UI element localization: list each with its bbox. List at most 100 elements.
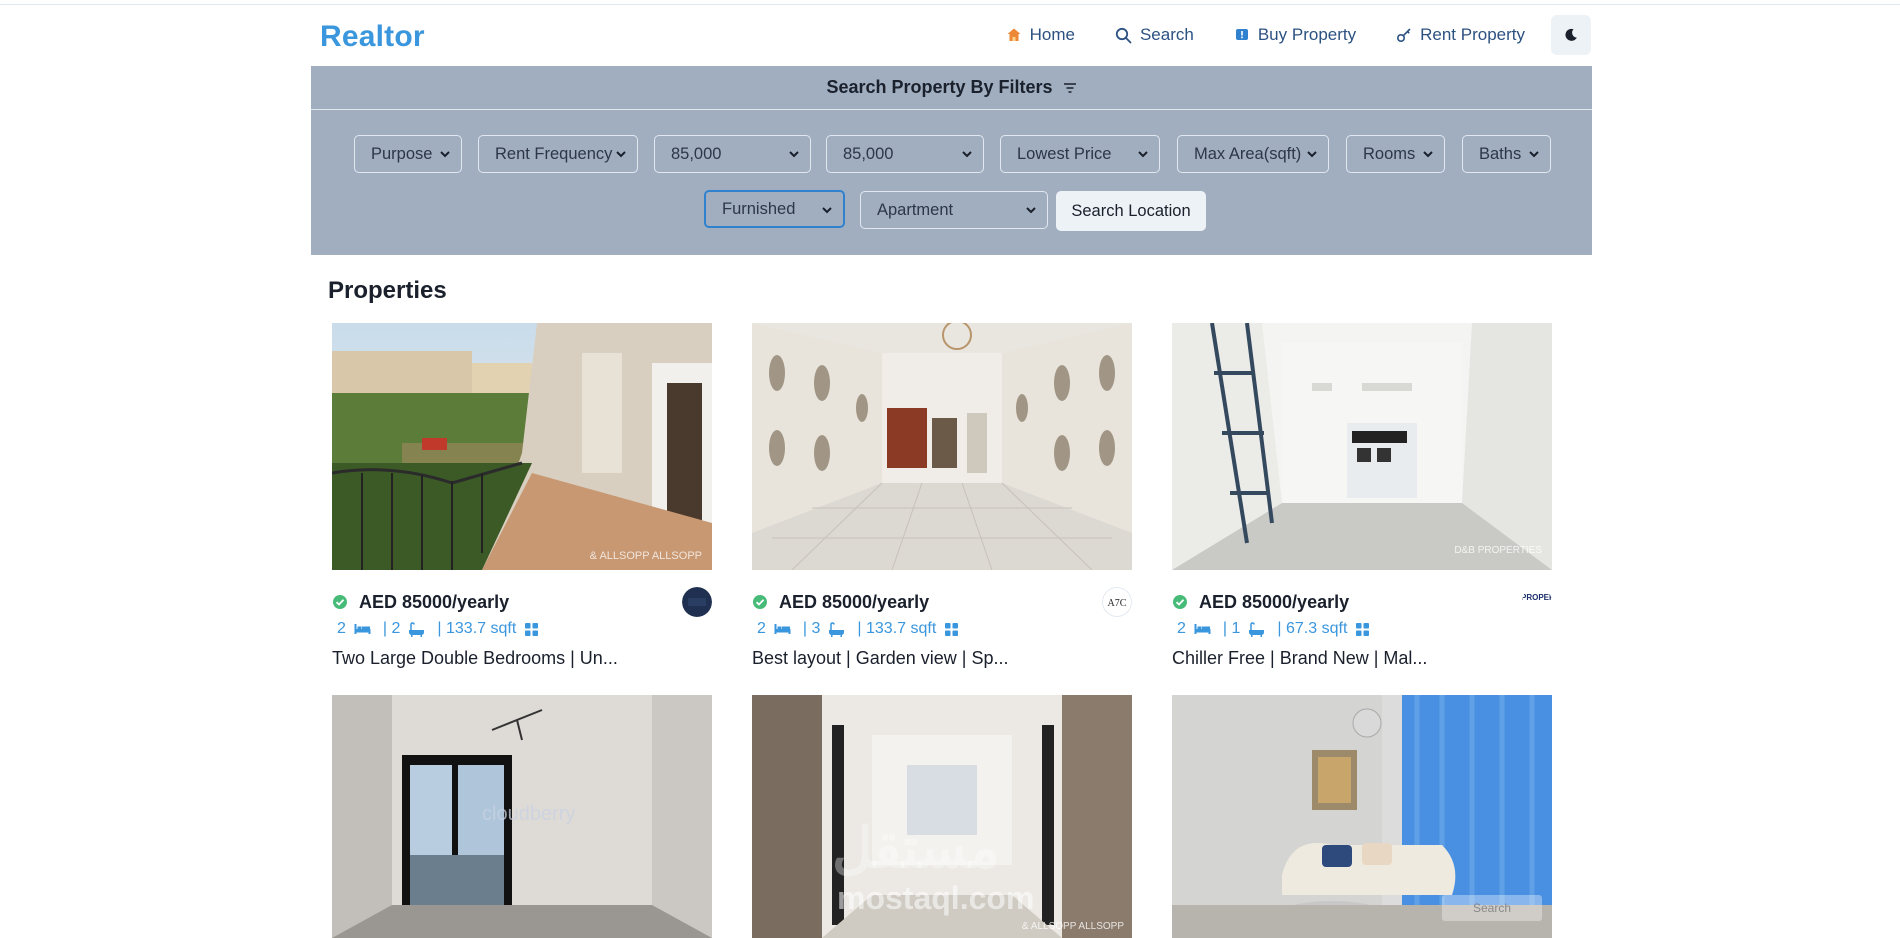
nav-buy-property[interactable]: Buy Property (1234, 25, 1356, 45)
furnish-select[interactable]: Furnished (704, 190, 845, 228)
baths-count: | 3 (802, 620, 821, 637)
property-image[interactable]: Search (1172, 695, 1552, 938)
image-watermark: & ALLSOPP ALLSOPP (1021, 921, 1124, 932)
brand-logo[interactable]: Realtor (320, 20, 425, 54)
agency-logo (682, 587, 712, 617)
area-grid-icon (525, 622, 539, 636)
mostaql-watermark: mostaql.com (837, 880, 1035, 916)
search-location-button[interactable]: Search Location (1056, 191, 1206, 231)
property-title[interactable]: Best layout | Garden view | Sp... (752, 648, 1008, 669)
nav-home-label: Home (1029, 25, 1075, 44)
verified-icon (1173, 595, 1187, 609)
chevron-down-icon (616, 151, 626, 158)
bed-icon (774, 624, 791, 634)
chevron-down-icon (1138, 151, 1148, 158)
property-card[interactable]: D&B PROPERTIES AED 85000/yearly D&B PROP… (1172, 323, 1552, 668)
property-info: 2 | 1 | 67.3 sqft (1177, 620, 1382, 638)
area: | 133.7 sqft (437, 620, 517, 637)
property-card[interactable]: ﻣﺴﺘﻘﻞ mostaql.com & ALLSOPP ALLSOPP (752, 695, 1132, 938)
chevron-down-icon (822, 207, 832, 214)
property-image[interactable]: ﻣﺴﺘﻘﻞ mostaql.com & ALLSOPP ALLSOPP (752, 695, 1132, 938)
image-watermark: D&B PROPERTIES (1454, 545, 1542, 556)
property-title[interactable]: Chiller Free | Brand New | Mal... (1172, 648, 1427, 669)
property-info: 2 | 3 | 133.7 sqft (757, 620, 971, 638)
area: | 67.3 sqft (1277, 620, 1348, 637)
furnish-value: Furnished (722, 199, 796, 218)
navbar: Realtor Home Search Buy Property Rent Pr… (311, 6, 1591, 62)
key-icon (1397, 28, 1411, 43)
area: | 133.7 sqft (857, 620, 937, 637)
price: AED 85000/yearly (1199, 591, 1350, 612)
home-icon (1007, 28, 1021, 41)
chevron-down-icon (440, 151, 450, 158)
max-area-select[interactable]: Max Area(sqft) (1177, 135, 1329, 173)
baths-select[interactable]: Baths (1462, 135, 1551, 173)
property-title[interactable]: Two Large Double Bedrooms | Un... (332, 648, 618, 669)
agency-logo-text: D&B PROPERTIES (1522, 593, 1552, 602)
verified-icon (333, 595, 347, 609)
property-card[interactable]: & ALLSOPP ALLSOPP AED 85000/yearly 2 | 2… (332, 323, 712, 668)
rent-frequency-select[interactable]: Rent Frequency (478, 135, 638, 173)
baths-value: Baths (1479, 144, 1522, 163)
properties-heading: Properties (328, 277, 447, 304)
property-card[interactable]: cloudberry (332, 695, 712, 938)
image-watermark: cloudberry (482, 803, 576, 825)
chevron-down-icon (1529, 151, 1539, 158)
area-grid-icon (1356, 622, 1370, 636)
price-row: AED 85000/yearly D&B PROPERTIES (1172, 587, 1552, 617)
category-select[interactable]: Apartment (860, 191, 1048, 229)
agency-logo-text: A7C (1108, 598, 1127, 609)
sort-select[interactable]: Lowest Price (1000, 135, 1160, 173)
verified-icon (753, 595, 767, 609)
nav-home[interactable]: Home (1006, 25, 1075, 45)
area-grid-icon (945, 622, 959, 636)
property-image[interactable]: cloudberry (332, 695, 712, 938)
chevron-down-icon (1307, 151, 1317, 158)
nav-rent-label: Rent Property (1420, 25, 1525, 44)
baths-count: | 1 (1222, 620, 1241, 637)
rent-frequency-value: Rent Frequency (495, 144, 613, 163)
filter-divider (311, 109, 1592, 110)
nav-search[interactable]: Search (1115, 25, 1194, 45)
min-price-value: 85,000 (671, 144, 722, 163)
max-area-value: Max Area(sqft) (1194, 144, 1302, 163)
price: AED 85000/yearly (779, 591, 930, 612)
top-border (0, 4, 1900, 5)
purpose-value: Purpose (371, 144, 433, 163)
property-image[interactable]: D&B PROPERTIES (1172, 323, 1552, 570)
moon-icon (1565, 28, 1577, 41)
rooms-value: Rooms (1363, 144, 1416, 163)
nav-links: Home Search Buy Property Rent Property (1006, 15, 1591, 55)
rooms-count: 2 (1177, 620, 1186, 637)
property-card[interactable]: Search (1172, 695, 1552, 938)
purpose-select[interactable]: Purpose (354, 135, 462, 173)
mostaql-logo-watermark: ﻣﺴﺘﻘﻞ (832, 816, 1000, 879)
nav-search-label: Search (1139, 25, 1194, 44)
max-price-select[interactable]: 85,000 (826, 135, 984, 173)
agency-logo: A7C (1102, 587, 1132, 617)
property-image[interactable]: & ALLSOPP ALLSOPP (332, 323, 712, 570)
dark-mode-toggle[interactable] (1551, 15, 1591, 55)
chevron-down-icon (1026, 207, 1036, 214)
price: AED 85000/yearly (359, 591, 510, 612)
bath-icon (409, 621, 425, 637)
bed-icon (354, 624, 371, 634)
nav-buy-label: Buy Property (1257, 25, 1357, 44)
price-row: AED 85000/yearly A7C (752, 587, 1132, 617)
filter-heading[interactable]: Search Property By Filters (311, 66, 1592, 109)
bath-icon (1249, 621, 1265, 637)
rooms-select[interactable]: Rooms (1346, 135, 1445, 173)
property-info: 2 | 2 | 133.7 sqft (337, 620, 551, 638)
min-price-select[interactable]: 85,000 (654, 135, 811, 173)
max-price-value: 85,000 (843, 144, 894, 163)
property-card[interactable]: AED 85000/yearly A7C 2 | 3 | 133.7 sqft … (752, 323, 1132, 668)
flag-icon (1235, 29, 1248, 40)
rooms-count: 2 (757, 620, 766, 637)
search-icon (1115, 27, 1132, 43)
filter-heading-text: Search Property By Filters (826, 77, 1053, 97)
nav-rent-property[interactable]: Rent Property (1396, 25, 1525, 45)
chevron-down-icon (789, 151, 799, 158)
chevron-down-icon (1423, 151, 1433, 158)
property-image[interactable] (752, 323, 1132, 570)
bath-icon (829, 621, 845, 637)
